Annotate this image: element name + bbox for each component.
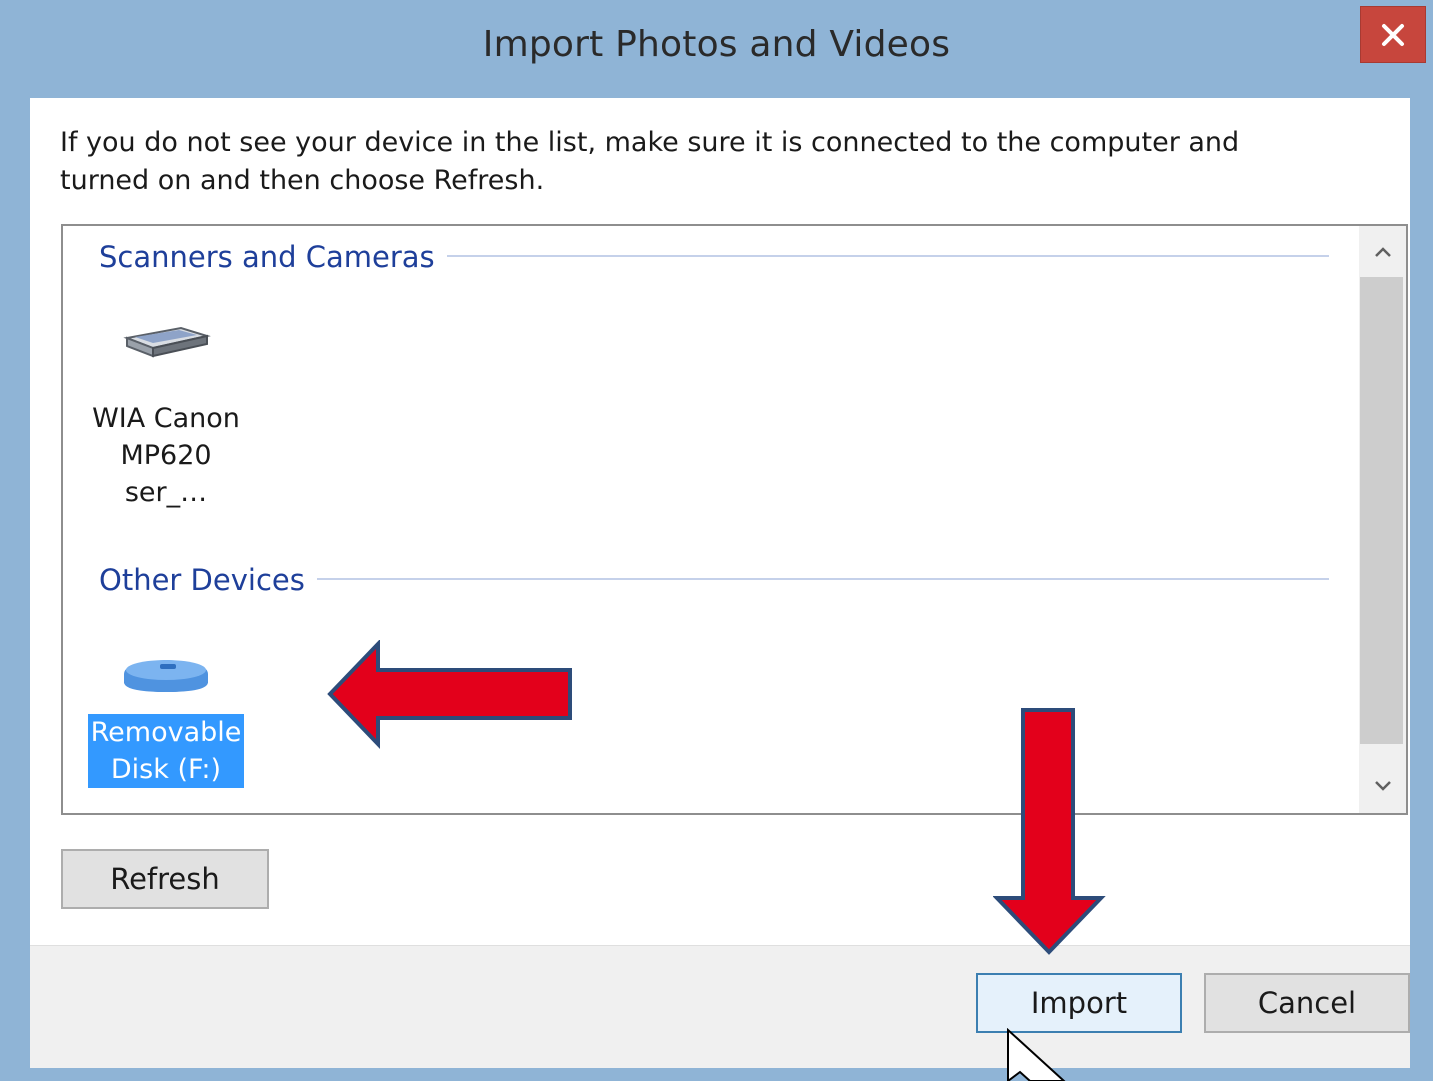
instructions-text: If you do not see your device in the lis… (60, 127, 1240, 196)
group-divider (317, 578, 1329, 580)
close-button[interactable] (1360, 6, 1426, 63)
screenshot-stage: Import Photos and Videos If you do not s… (0, 0, 1433, 1081)
device-item-wia-canon[interactable]: WIA Canon MP620 ser_… (85, 322, 247, 511)
chevron-up-icon (1374, 247, 1391, 257)
dialog-footer (30, 945, 1410, 1068)
import-dialog: Import Photos and Videos If you do not s… (0, 0, 1433, 1081)
scroll-down-button[interactable] (1359, 762, 1406, 810)
title-bar: Import Photos and Videos (0, 0, 1433, 98)
device-list[interactable]: Scanners and Cameras WIA Canon MP620 ser… (61, 224, 1408, 815)
window-title: Import Photos and Videos (482, 24, 951, 65)
group-header-scanners-and-cameras: Scanners and Cameras (99, 240, 435, 274)
vertical-scrollbar[interactable] (1359, 226, 1406, 813)
chevron-down-icon (1374, 781, 1391, 791)
device-label-line2: MP620 ser_… (120, 440, 212, 508)
device-label-line1: WIA Canon (92, 403, 240, 434)
group-header-other-devices: Other Devices (99, 563, 305, 597)
close-icon (1382, 23, 1404, 46)
removable-disk-icon (124, 660, 208, 692)
refresh-button[interactable]: Refresh (61, 849, 269, 909)
device-label-line1: Removable (90, 717, 242, 748)
group-divider (447, 255, 1329, 257)
scroll-up-button[interactable] (1359, 228, 1406, 276)
scroll-thumb[interactable] (1360, 277, 1403, 744)
device-label-selected: Removable Disk (F:) (87, 714, 245, 788)
device-label: WIA Canon MP620 ser_… (85, 400, 247, 511)
cancel-button[interactable]: Cancel (1204, 973, 1410, 1033)
device-label-line2: Disk (F:) (110, 754, 222, 785)
device-item-removable-disk[interactable]: Removable Disk (F:) (85, 652, 247, 788)
import-button[interactable]: Import (976, 973, 1182, 1033)
scanner-icon (123, 326, 211, 358)
